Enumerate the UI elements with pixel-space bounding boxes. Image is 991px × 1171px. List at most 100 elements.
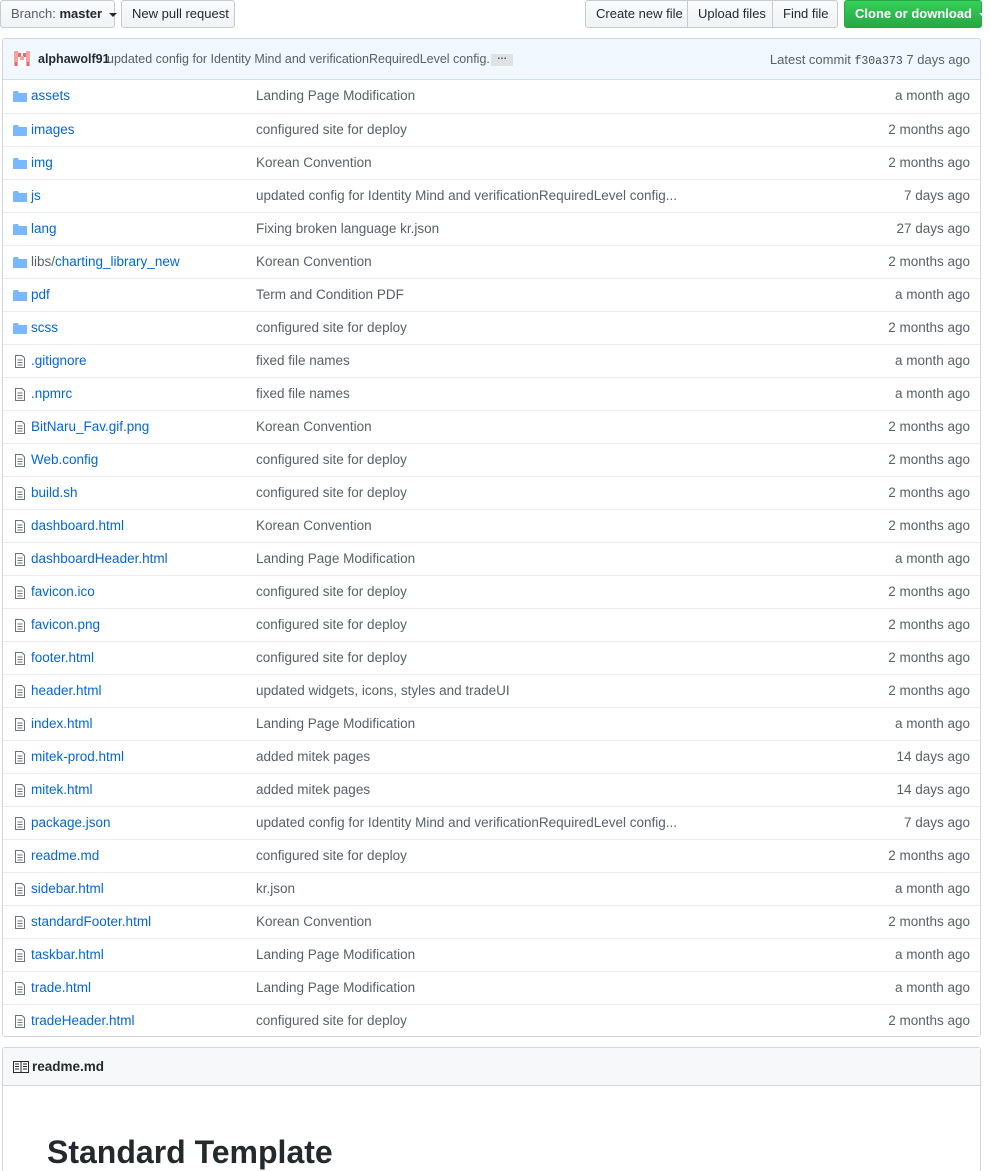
commit-message-link[interactable]: configured site for deploy <box>256 650 407 665</box>
file-name-link[interactable]: trade.html <box>31 980 91 995</box>
commit-message-link[interactable]: Landing Page Modification <box>256 980 415 995</box>
commit-age: 7 days ago <box>903 815 970 830</box>
table-row: tradeHeader.html configured site for depl… <box>3 1004 980 1036</box>
file-name-link[interactable]: index.html <box>31 716 93 731</box>
file-name-link[interactable]: mitek-prod.html <box>31 749 124 764</box>
file-name-link[interactable]: build.sh <box>31 485 78 500</box>
file-name-link[interactable]: tradeHeader.html <box>31 1013 135 1028</box>
commit-age: 2 months ago <box>888 914 970 929</box>
clone-or-download-label: Clone or download <box>855 6 972 21</box>
file-name-link[interactable]: assets <box>31 88 70 103</box>
table-row: header.html updated widgets, icons, style… <box>3 674 980 707</box>
table-row: sidebar.html kr.json a month ago <box>3 872 980 905</box>
commit-message-link[interactable]: Korean Convention <box>256 914 372 929</box>
file-name: build.sh <box>31 485 78 500</box>
commit-age: 2 months ago <box>888 452 970 467</box>
commit-message-link[interactable]: Landing Page Modification <box>256 947 415 962</box>
table-row: scss configured site for deploy 2 months a… <box>3 311 980 344</box>
file-name-link[interactable]: package.json <box>31 815 111 830</box>
readme-panel: readme.md Standard Template <box>2 1047 981 1171</box>
commit-age: 14 days ago <box>896 749 970 764</box>
commit-message-link[interactable]: configured site for deploy <box>256 320 407 335</box>
commit-age: 2 months ago <box>888 485 970 500</box>
commit-message-link[interactable]: Korean Convention <box>256 419 372 434</box>
file-name-link[interactable]: footer.html <box>31 650 94 665</box>
commit-age: 2 months ago <box>888 122 970 137</box>
file-name-link[interactable]: favicon.png <box>31 617 100 632</box>
commit-message-link[interactable]: Landing Page Modification <box>256 88 415 103</box>
file-name-link[interactable]: scss <box>31 320 58 335</box>
avatar[interactable] <box>13 50 31 68</box>
commit-message-link[interactable]: Landing Page Modification <box>256 551 415 566</box>
folder-icon <box>13 223 27 236</box>
commit-message-link[interactable]: configured site for deploy <box>256 122 407 137</box>
commit-message-link[interactable]: updated widgets, icons, styles and trade… <box>256 683 510 698</box>
file-name-link[interactable]: pdf <box>31 287 50 302</box>
commit-message-link[interactable]: Term and Condition PDF <box>256 287 404 302</box>
file-name-link[interactable]: favicon.ico <box>31 584 95 599</box>
file-list: assets Landing Page Modification a month a… <box>3 80 980 1036</box>
file-name: pdf <box>31 287 50 302</box>
file-name-link[interactable]: js <box>31 188 41 203</box>
file-icon <box>13 1015 27 1028</box>
folder-icon <box>13 289 27 302</box>
commit-message-link[interactable]: added mitek pages <box>256 749 370 764</box>
file-name-link[interactable]: mitek.html <box>31 782 93 797</box>
commit-message-link[interactable]: updated config for Identity Mind and ver… <box>107 52 497 66</box>
commit-message-link[interactable]: fixed file names <box>256 353 350 368</box>
new-pull-request-button[interactable]: New pull request <box>121 0 235 28</box>
commit-message-link[interactable]: configured site for deploy <box>256 848 407 863</box>
table-row: dashboard.html Korean Convention 2 months … <box>3 509 980 542</box>
file-icon <box>13 421 27 434</box>
commit-sha-link[interactable]: f30a373 <box>854 55 902 68</box>
readme-filename: readme.md <box>32 1059 105 1074</box>
commit-message-link[interactable]: configured site for deploy <box>256 452 407 467</box>
file-name-link[interactable]: lang <box>31 221 57 236</box>
commit-age: a month ago <box>894 386 970 401</box>
file-name: header.html <box>31 683 102 698</box>
commit-message-link[interactable]: Landing Page Modification <box>256 716 415 731</box>
commit-message-link[interactable]: configured site for deploy <box>256 617 407 632</box>
commit-message-link[interactable]: Korean Convention <box>256 155 372 170</box>
file-name-link[interactable]: readme.md <box>31 848 99 863</box>
commit-message-link[interactable]: updated config for Identity Mind and ver… <box>256 188 677 203</box>
commit-message-link[interactable]: configured site for deploy <box>256 1013 407 1028</box>
file-name-link[interactable]: images <box>31 122 75 137</box>
commit-message-link[interactable]: added mitek pages <box>256 782 370 797</box>
file-name-link[interactable]: img <box>31 155 53 170</box>
commit-message-link[interactable]: Korean Convention <box>256 254 372 269</box>
find-file-button[interactable]: Find file <box>772 0 838 28</box>
file-name-link[interactable]: .gitignore <box>31 353 87 368</box>
create-new-file-button[interactable]: Create new file <box>585 0 688 28</box>
commit-message-link[interactable]: configured site for deploy <box>256 584 407 599</box>
commit-message-link[interactable]: Fixing broken language kr.json <box>256 221 439 236</box>
file-name: Web.config <box>31 452 99 467</box>
commit-ellipsis-button[interactable]: … <box>491 52 513 66</box>
file-name-link[interactable]: sidebar.html <box>31 881 104 896</box>
file-name-link[interactable]: .npmrc <box>31 386 72 401</box>
commit-age: 2 months ago <box>888 617 970 632</box>
file-name-link[interactable]: Web.config <box>31 452 98 467</box>
clone-or-download-button[interactable]: Clone or download <box>844 0 987 28</box>
file-name-link[interactable]: libs/charting_library_new <box>31 254 180 269</box>
commit-message-link[interactable]: Korean Convention <box>256 518 372 533</box>
file-name-link[interactable]: standardFooter.html <box>31 914 151 929</box>
commit-author-link[interactable]: alphawolf91 <box>38 52 110 66</box>
file-name-link[interactable]: header.html <box>31 683 102 698</box>
commit-message-link[interactable]: fixed file names <box>256 386 350 401</box>
commit-age: 2 months ago <box>888 1013 970 1028</box>
file-name-link[interactable]: BitNaru_Fav.gif.png <box>31 419 149 434</box>
file-name-link[interactable]: dashboardHeader.html <box>31 551 168 566</box>
file-name: standardFooter.html <box>31 914 152 929</box>
commit-message-link[interactable]: kr.json <box>256 881 295 896</box>
file-name: index.html <box>31 716 93 731</box>
file-name-link[interactable]: taskbar.html <box>31 947 104 962</box>
file-name: readme.md <box>31 848 100 863</box>
table-row: lang Fixing broken language kr.json 27 day… <box>3 212 980 245</box>
upload-files-button[interactable]: Upload files <box>687 0 773 28</box>
file-name-link[interactable]: dashboard.html <box>31 518 124 533</box>
commit-message-link[interactable]: configured site for deploy <box>256 485 407 500</box>
commit-age: 7 days ago <box>903 188 970 203</box>
branch-select-button[interactable]: Branch: master <box>0 0 117 28</box>
commit-message-link[interactable]: updated config for Identity Mind and ver… <box>256 815 677 830</box>
